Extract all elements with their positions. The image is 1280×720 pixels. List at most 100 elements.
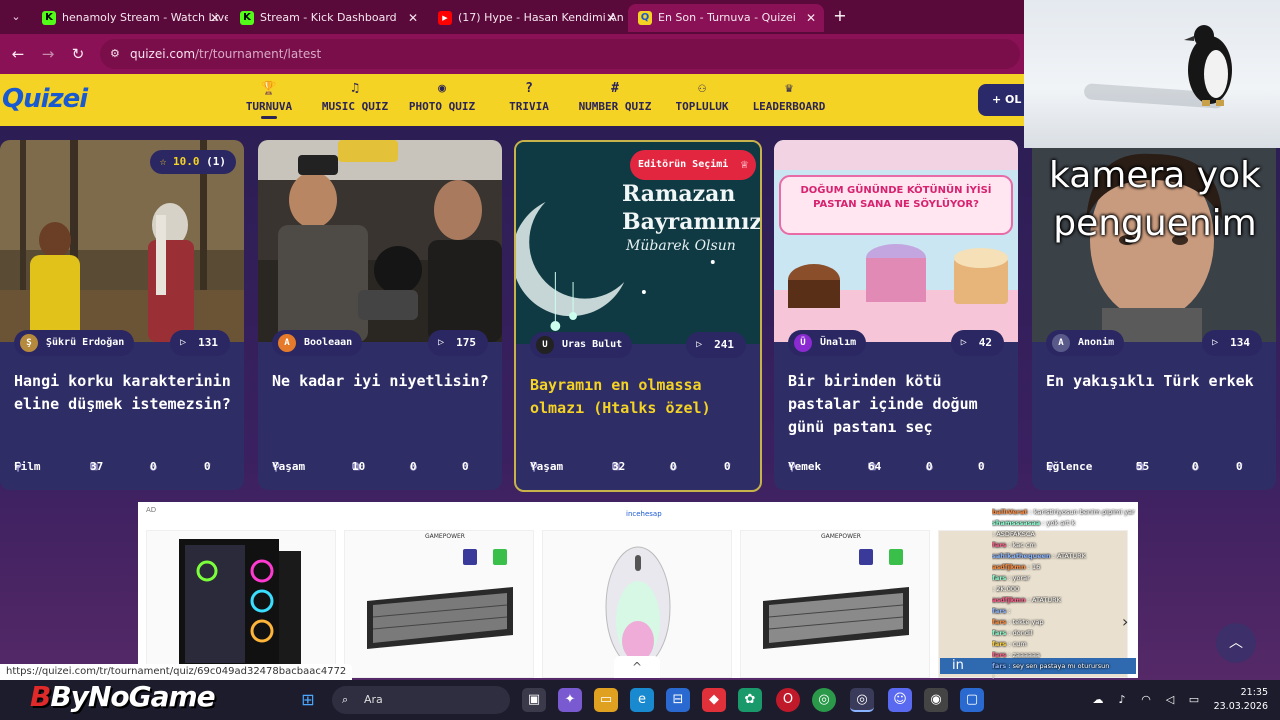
category-label: Yaşam [530, 460, 564, 473]
chrome-active-icon[interactable]: ◎ [850, 688, 874, 712]
copilot-icon[interactable]: ✦ [558, 688, 582, 712]
chat-message: fars : [992, 607, 1011, 615]
thumbnail-heading: DOĞUM GÜNÜNDE KÖTÜNÜN İYİSİ PASTAN SANA … [800, 185, 992, 210]
nav-topluluk[interactable]: ⚇ TOPLULUK [668, 80, 736, 113]
author-name: Uras Bulut [562, 339, 623, 350]
tab-close-icon[interactable]: ✕ [806, 4, 816, 32]
quiz-thumbnail [258, 140, 502, 342]
browser-tab-2[interactable]: K Stream - Kick Dashboard ✕ [230, 4, 426, 32]
obs-icon[interactable]: ◉ [924, 688, 948, 712]
advertiser-logo[interactable]: incehesap [626, 510, 662, 518]
tab-close-icon[interactable]: ✕ [408, 4, 418, 32]
tab-close-icon[interactable]: ✕ [210, 4, 220, 32]
rating-badge: ☆ 10.0 (1) [149, 150, 236, 174]
task-view-icon[interactable]: ▣ [522, 688, 546, 712]
site-info-icon[interactable]: ⚙ [110, 39, 120, 69]
reload-icon[interactable]: ↻ [67, 43, 89, 65]
chat-text: karistiriyosun benim pipimi yar [1033, 508, 1135, 516]
cloud-icon[interactable]: ☁ [1086, 688, 1110, 712]
quiz-title[interactable]: Bir birinden kötü pastalar içinde doğum … [788, 370, 1008, 439]
tab-search-menu-icon[interactable]: ⌄ [6, 7, 26, 27]
author-name: Booleaan [304, 337, 353, 348]
quiz-title[interactable]: Hangi korku karakterinin eline düşmek is… [14, 370, 234, 416]
ad-label: AD [146, 506, 157, 514]
chat-message: fars : dondil [992, 629, 1033, 637]
discord-icon[interactable]: ☺ [888, 688, 912, 712]
author-badge[interactable]: Ş Şükrü Erdoğan [14, 330, 135, 356]
chat-text: ASDFAKSCA [996, 530, 1035, 538]
nav-trivia[interactable]: ? TRIVIA [500, 80, 558, 113]
chat-text: ATATURK [1032, 596, 1061, 604]
chat-message: fars : zaaaaaa [992, 651, 1040, 659]
quizei-logo[interactable]: Quizei [2, 84, 88, 114]
chat-text: yorar [1012, 574, 1030, 582]
thumbnail-script: Mübarek Olsun [626, 238, 736, 254]
ad-collapse-button[interactable]: ^ [614, 656, 660, 678]
author-badge[interactable]: A Booleaan [272, 330, 363, 356]
quiz-card[interactable]: A Booleaan ▷ 175 Ne kadar iyi niyetlisin?… [258, 140, 502, 490]
author-badge[interactable]: A Anonim [1046, 330, 1125, 356]
wifi-icon[interactable]: ◠ [1134, 688, 1158, 712]
url-host: quizei.com [130, 47, 196, 61]
address-bar[interactable]: ⚙ quizei.com/tr/tournament/latest [100, 39, 1020, 69]
chat-message: : 2K.000 [992, 585, 1020, 593]
nav-number-quiz[interactable]: # NUMBER QUIZ [572, 80, 658, 113]
bynogame-watermark: BByNoGame [30, 680, 216, 713]
kick-icon: K [240, 11, 254, 25]
nav-music-quiz[interactable]: ♫ MUSIC QUIZ [316, 80, 394, 113]
new-tab-button[interactable]: + [830, 6, 850, 26]
play-count: 241 [714, 338, 734, 351]
ad-banner[interactable]: AD incehesap GAMEPOWER GAMEPOWER › ^ [138, 502, 1138, 678]
quiz-card[interactable]: ☆ 10.0 (1) Ş Şükrü Erdoğan ▷ 131 Hangi ko… [0, 140, 244, 490]
ad-product-keyboard-2[interactable]: GAMEPOWER [740, 530, 930, 678]
volume-icon[interactable]: ◁ [1158, 688, 1182, 712]
chatgpt-icon[interactable]: ✿ [738, 688, 762, 712]
mic-icon[interactable]: ♪ [1110, 688, 1134, 712]
opera-icon[interactable]: O [776, 688, 800, 712]
author-name: Şükrü Erdoğan [46, 337, 125, 348]
quiz-meta: ⚲ Yaşam ⧉ 32 ◯ 0 ♡ 0 [530, 460, 750, 476]
nav-photo-quiz[interactable]: ◉ PHOTO QUIZ [402, 80, 482, 113]
author-badge[interactable]: U Uras Bulut [530, 332, 633, 358]
chat-text: tekte yap [1012, 618, 1044, 626]
file-explorer-icon[interactable]: ▭ [594, 688, 618, 712]
store-icon[interactable]: ⊟ [666, 688, 690, 712]
system-clock[interactable]: 21:35 23.03.2026 [1208, 686, 1268, 714]
tab-close-icon[interactable]: ✕ [606, 4, 616, 32]
category-label: Yaşam [272, 460, 306, 473]
clock-time: 21:35 [1240, 687, 1268, 698]
chat-message: asdfjkmn : 16 [992, 563, 1041, 571]
chrome-icon[interactable]: ◎ [812, 688, 836, 712]
scroll-to-top-button[interactable]: ︿ [1216, 623, 1256, 663]
back-arrow-icon[interactable]: ← [7, 43, 29, 65]
quiz-card-featured[interactable]: Ramazan Bayramınız Mübarek Olsun Editörü… [514, 140, 762, 492]
product-brand: GAMEPOWER [821, 533, 861, 540]
quiz-meta: ⚲ Yemek ⧉ 64 ◯ 0 ♡ 0 [788, 460, 1008, 476]
play-count-badge: ▷ 131 [170, 330, 230, 356]
app-window-icon[interactable]: ▢ [960, 688, 984, 712]
quiz-title[interactable]: Ne kadar iyi niyetlisin? [272, 370, 492, 393]
quizei-favicon-icon: Q [638, 11, 652, 25]
play-icon: ▷ [438, 337, 445, 348]
browser-tab-active[interactable]: Q En Son - Turnuva - Quizei ✕ [628, 4, 824, 32]
windows-start-icon[interactable]: ⊞ [296, 688, 320, 712]
quiz-title[interactable]: Bayramın en olmassa olmazı (Htalks özel) [530, 374, 750, 420]
browser-tab-1[interactable]: K henamoly Stream - Watch Live o ✕ [32, 4, 228, 32]
app-icon[interactable]: ◆ [702, 688, 726, 712]
tab-title: henamoly Stream - Watch Live o [62, 11, 228, 24]
edge-icon[interactable]: e [630, 688, 654, 712]
nav-turnuva[interactable]: 🏆 TURNUVA [238, 80, 300, 119]
forward-arrow-icon[interactable]: → [37, 43, 59, 65]
chat-username: ballıVerat [992, 508, 1028, 516]
ad-product-pc-case[interactable] [146, 530, 336, 678]
ad-product-keyboard[interactable]: GAMEPOWER [344, 530, 534, 678]
play-count-badge: ▷ 175 [428, 330, 488, 356]
taskbar-search[interactable]: ⌕ Ara [332, 686, 510, 714]
chat-text: ATATURK [1057, 552, 1086, 560]
browser-tab-3[interactable]: ▶ (17) Hype - Hasan Kendimi Anla ✕ [428, 4, 624, 32]
battery-icon[interactable]: ▭ [1182, 688, 1206, 712]
quiz-card[interactable]: DOĞUM GÜNÜNDE KÖTÜNÜN İYİSİ PASTAN SANA … [774, 140, 1018, 490]
link-preview-status: https://quizei.com/tr/tournament/quiz/69… [0, 664, 353, 680]
author-badge[interactable]: Ü Ünalım [788, 330, 867, 356]
nav-leaderboard[interactable]: ♛ LEADERBOARD [746, 80, 832, 113]
